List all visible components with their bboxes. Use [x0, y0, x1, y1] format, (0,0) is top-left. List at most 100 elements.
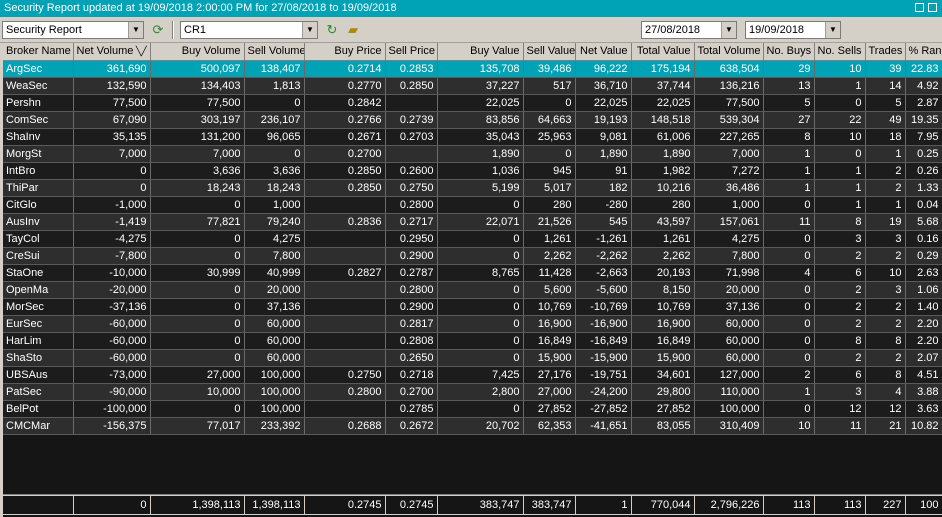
cell-buy-price: 0.2850 — [304, 162, 386, 180]
cell-buy-value: 83,856 — [437, 111, 524, 129]
cell-net-volume: 35,135 — [73, 128, 151, 146]
table-row[interactable]: MorgSt 7,000 7,000 0 0.2700 1,890 0 1,890 1,890 7… — [3, 145, 942, 163]
table-row[interactable]: CMCMar -156,375 77,017 233,392 0.2688 0.2672 2… — [3, 417, 942, 435]
column-header-buy-price[interactable]: Buy Price — [304, 43, 386, 61]
cell-no-buys: 10 — [763, 417, 815, 435]
cell-buy-price — [304, 332, 386, 350]
cell-sell-price: 0.2700 — [385, 383, 438, 401]
date-from-picker[interactable]: 27/08/2018 ▼ — [641, 21, 737, 39]
cell-broker-name: MorSec — [3, 298, 74, 316]
column-header-total-value[interactable]: Total Value — [631, 43, 695, 61]
cell-net-volume: -1,419 — [73, 213, 151, 231]
cell-buy-volume: 77,500 — [150, 94, 245, 112]
cell-sell-price: 0.2900 — [385, 298, 438, 316]
cell-sell-volume: 100,000 — [244, 383, 305, 401]
table-row[interactable]: IntBro 0 3,636 3,636 0.2850 0.2600 1,036 945 91 1… — [3, 162, 942, 180]
table-row[interactable]: CitGlo -1,000 0 1,000 0.2800 0 280 -280 280 1,000… — [3, 196, 942, 214]
cell-total-value: 175,194 — [631, 60, 695, 78]
broker-grid[interactable]: Broker Name Net Volume ╲╱ Buy Volume Sell V… — [3, 43, 942, 517]
column-header-buy-value[interactable]: Buy Value — [437, 43, 524, 61]
cell-sell-volume: 40,999 — [244, 264, 305, 282]
column-header-no-sells[interactable]: No. Sells — [814, 43, 866, 61]
table-row[interactable]: HarLim -60,000 0 60,000 0.2808 0 16,849 -16,849… — [3, 332, 942, 350]
table-row[interactable]: CreSui -7,800 0 7,800 0.2900 0 2,262 -2,262 2,26… — [3, 247, 942, 265]
open-folder-icon[interactable]: ▰ — [344, 21, 362, 39]
table-row[interactable]: StaOne -10,000 30,999 40,999 0.2827 0.2787 8,7… — [3, 264, 942, 282]
table-row[interactable]: EurSec -60,000 0 60,000 0.2817 0 16,900 -16,900… — [3, 315, 942, 333]
refresh-icon[interactable]: ⟳ — [149, 21, 167, 39]
cell-trades: 4 — [865, 383, 906, 401]
cell-trades: 2 — [865, 179, 906, 197]
cell-net-volume: 0 — [73, 162, 151, 180]
table-row[interactable]: ShaInv 35,135 131,200 96,065 0.2671 0.2703 35,… — [3, 128, 942, 146]
cell-no-buys: 29 — [763, 60, 815, 78]
cell-no-sells: 1 — [814, 162, 866, 180]
table-row[interactable]: UBSAus -73,000 27,000 100,000 0.2750 0.2718 7,… — [3, 366, 942, 384]
table-row[interactable]: PatSec -90,000 10,000 100,000 0.2800 0.2700 2,… — [3, 383, 942, 401]
cell-total-volume: 1,000 — [694, 196, 764, 214]
column-header-sell-value[interactable]: Sell Value — [523, 43, 576, 61]
cell-no-sells: 1 — [814, 179, 866, 197]
table-row[interactable]: OpenMa -20,000 0 20,000 0.2800 0 5,600 -5,600 8,… — [3, 281, 942, 299]
cell-no-buys: 2 — [763, 366, 815, 384]
cell-buy-value: 0 — [437, 349, 524, 367]
column-header-net-value[interactable]: Net Value — [575, 43, 632, 61]
report-type-select[interactable]: Security Report ▼ — [2, 21, 144, 39]
close-icon[interactable] — [928, 3, 937, 12]
cell-broker-name: Pershn — [3, 94, 74, 112]
table-row[interactable]: ArgSec 361,690 500,097 138,407 0.2714 0.2853 1… — [3, 60, 942, 78]
column-header-total-volume[interactable]: Total Volume — [694, 43, 764, 61]
cell-pct-rank: 4.51 — [905, 366, 942, 384]
chevron-down-icon[interactable]: ▼ — [128, 22, 143, 38]
cell-buy-price: 0.2750 — [304, 366, 386, 384]
cell-total-value: 10,769 — [631, 298, 695, 316]
chevron-down-icon[interactable]: ▼ — [302, 22, 317, 38]
column-header-pct-rank[interactable]: % Rank — [905, 43, 942, 61]
column-header-trades[interactable]: Trades — [865, 43, 906, 61]
cell-total-value: 43,597 — [631, 213, 695, 231]
table-row[interactable]: TayCol -4,275 0 4,275 0.2950 0 1,261 -1,261 1,26… — [3, 230, 942, 248]
cell-broker-name: MorgSt — [3, 145, 74, 163]
column-header-sell-volume[interactable]: Sell Volume — [244, 43, 305, 61]
column-header-net-volume[interactable]: Net Volume ╲╱ — [73, 43, 151, 61]
go-arrow-icon[interactable]: ↻ — [323, 21, 341, 39]
column-header-broker-name[interactable]: Broker Name — [3, 43, 74, 61]
column-header-label: Broker Name — [6, 45, 71, 58]
cell-trades: 12 — [865, 400, 906, 418]
column-header-no-buys[interactable]: No. Buys — [763, 43, 815, 61]
total-sell-volume: 1,398,113 — [244, 496, 305, 514]
cell-net-volume: -20,000 — [73, 281, 151, 299]
cell-total-volume: 60,000 — [694, 349, 764, 367]
column-header-sell-price[interactable]: Sell Price — [385, 43, 438, 61]
restore-icon[interactable] — [915, 3, 924, 12]
cell-no-sells: 0 — [814, 145, 866, 163]
table-row[interactable]: WeaSec 132,590 134,403 1,813 0.2770 0.2850 37,… — [3, 77, 942, 95]
table-row[interactable]: ComSec 67,090 303,197 236,107 0.2766 0.2739 83… — [3, 111, 942, 129]
cell-buy-price: 0.2842 — [304, 94, 386, 112]
cell-broker-name: WeaSec — [3, 77, 74, 95]
code-select[interactable]: CR1 ▼ — [180, 21, 318, 39]
date-to-picker[interactable]: 19/09/2018 ▼ — [745, 21, 841, 39]
cell-net-volume: -60,000 — [73, 349, 151, 367]
cell-broker-name: ArgSec — [3, 60, 74, 78]
column-header-buy-volume[interactable]: Buy Volume — [150, 43, 245, 61]
cell-no-sells: 11 — [814, 417, 866, 435]
table-row[interactable]: MorSec -37,136 0 37,136 0.2900 0 10,769 -10,769… — [3, 298, 942, 316]
table-row[interactable]: BelPot -100,000 0 100,000 0.2785 0 27,852 -27,8… — [3, 400, 942, 418]
date-from-value: 27/08/2018 — [645, 24, 701, 36]
table-row[interactable]: Pershn 77,500 77,500 0 0.2842 22,025 0 22,025 22… — [3, 94, 942, 112]
column-header-label: Total Volume — [697, 45, 761, 58]
cell-buy-volume: 10,000 — [150, 383, 245, 401]
totals-row: 0 1,398,113 1,398,113 0.2745 0.2745 383,747 38… — [3, 496, 942, 514]
cell-no-sells: 2 — [814, 315, 866, 333]
cell-buy-price: 0.2700 — [304, 145, 386, 163]
table-row[interactable]: ThiPar 0 18,243 18,243 0.2850 0.2750 5,199 5,01… — [3, 179, 942, 197]
table-row[interactable]: AusInv -1,419 77,821 79,240 0.2836 0.2717 22,0… — [3, 213, 942, 231]
table-row[interactable]: ShaSto -60,000 0 60,000 0.2650 0 15,900 -15,900… — [3, 349, 942, 367]
cell-total-value: 280 — [631, 196, 695, 214]
chevron-down-icon[interactable]: ▼ — [721, 22, 736, 38]
chevron-down-icon[interactable]: ▼ — [825, 22, 840, 38]
cell-pct-rank: 4.92 — [905, 77, 942, 95]
cell-pct-rank: 0.25 — [905, 145, 942, 163]
cell-total-value: 148,518 — [631, 111, 695, 129]
